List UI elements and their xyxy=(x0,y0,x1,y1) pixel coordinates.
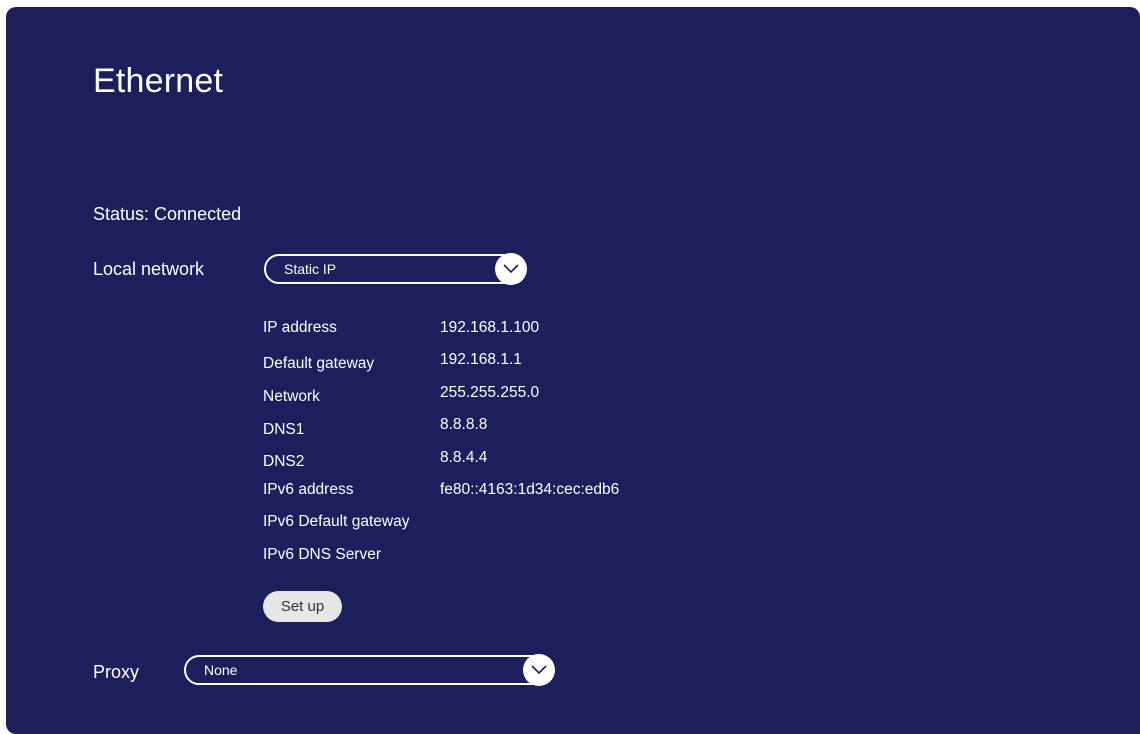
local-network-label: Local network xyxy=(93,259,205,279)
ipv6-address-label: IPv6 address xyxy=(263,481,354,498)
proxy-label: Proxy xyxy=(93,662,140,682)
proxy-selected-value: None xyxy=(204,662,238,678)
dns1-label: DNS1 xyxy=(263,421,305,438)
ipv6-address-value: fe80::4163:1d34:cec:edb6 xyxy=(440,481,620,498)
local-network-selected-value: Static IP xyxy=(284,261,337,277)
default-gateway-label: Default gateway xyxy=(263,355,375,372)
dns1-value: 8.8.8.8 xyxy=(440,416,488,433)
default-gateway-value: 192.168.1.1 xyxy=(440,351,522,368)
network-label: Network xyxy=(263,388,320,405)
proxy-dropdown[interactable]: None xyxy=(184,654,555,686)
dns2-value: 8.8.4.4 xyxy=(440,449,488,466)
ip-address-value: 192.168.1.100 xyxy=(440,319,540,336)
connection-status: Status: Connected xyxy=(93,204,242,224)
chevron-down-icon[interactable] xyxy=(495,253,527,285)
ethernet-settings-panel: Ethernet Status: Connected Local network… xyxy=(6,7,1140,734)
ipv6-dns-server-label: IPv6 DNS Server xyxy=(263,546,382,563)
ipv6-default-gateway-label: IPv6 Default gateway xyxy=(263,513,410,530)
chevron-down-icon[interactable] xyxy=(523,654,555,686)
set-up-button[interactable]: Set up xyxy=(263,591,342,622)
dns2-label: DNS2 xyxy=(263,453,305,470)
network-value: 255.255.255.0 xyxy=(440,384,540,401)
ip-address-label: IP address xyxy=(263,319,337,336)
page-title: Ethernet xyxy=(93,62,224,100)
local-network-dropdown[interactable]: Static IP xyxy=(264,253,527,285)
